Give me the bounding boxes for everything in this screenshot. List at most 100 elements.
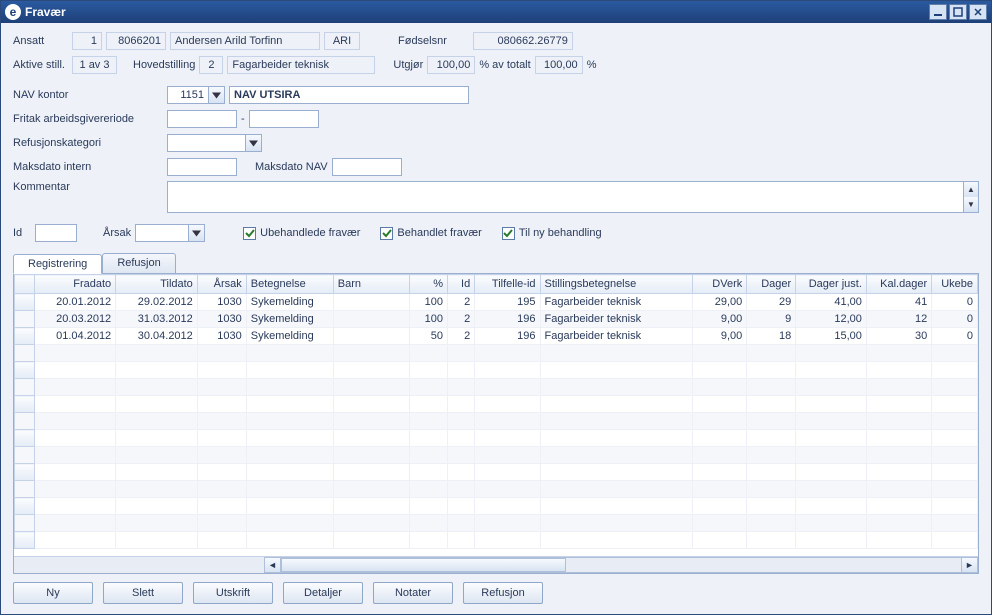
cb-behandlet[interactable]: Behandlet fravær — [380, 227, 481, 240]
table-row[interactable]: 01.04.201230.04.20121030Sykemelding50219… — [15, 328, 978, 345]
tab-registrering[interactable]: Registrering — [13, 254, 102, 274]
table-row[interactable]: 20.01.201229.02.20121030Sykemelding10021… — [15, 294, 978, 311]
table-row[interactable] — [15, 464, 978, 481]
col-tildato[interactable]: Tildato — [116, 275, 198, 294]
app-window: e Fravær Ansatt 1 8066201 Andersen Arild… — [0, 0, 992, 615]
table-row[interactable] — [15, 430, 978, 447]
cb-tilny[interactable]: Til ny behandling — [502, 227, 602, 240]
maksdato-intern-input[interactable] — [167, 158, 237, 176]
close-button[interactable] — [969, 4, 987, 20]
chevron-down-icon — [208, 87, 224, 103]
pct-total-label: % av totalt — [479, 59, 530, 71]
scroll-thumb[interactable] — [281, 558, 566, 572]
ny-button[interactable]: Ny — [13, 582, 93, 604]
nav-kontor-select[interactable]: 1151 — [167, 86, 225, 104]
table-row[interactable] — [15, 515, 978, 532]
scroll-left-icon[interactable]: ◄ — [264, 557, 281, 573]
table-row[interactable] — [15, 447, 978, 464]
utgjor-label: Utgjør — [393, 59, 423, 71]
ansatt-label: Ansatt — [13, 35, 68, 47]
utgjor-value: 100,00 — [427, 56, 475, 74]
pct-sign: % — [587, 59, 597, 71]
chevron-down-icon — [188, 225, 204, 241]
refusjon-select[interactable] — [167, 134, 262, 152]
id-label: Id — [13, 227, 31, 239]
kommentar-spinner[interactable]: ▲ ▼ — [964, 181, 979, 213]
scroll-right-icon[interactable]: ► — [961, 557, 978, 573]
detaljer-button[interactable]: Detaljer — [283, 582, 363, 604]
table-row[interactable] — [15, 481, 978, 498]
utskrift-button[interactable]: Utskrift — [193, 582, 273, 604]
col-tilfelle[interactable]: Tilfelle-id — [475, 275, 540, 294]
spin-up-icon[interactable]: ▲ — [964, 182, 978, 197]
kommentar-input[interactable] — [167, 181, 964, 213]
col-kaldager[interactable]: Kal.dager — [866, 275, 931, 294]
col-pct[interactable]: % — [409, 275, 447, 294]
col-ukebel[interactable]: Ukebe — [932, 275, 978, 294]
horizontal-scrollbar[interactable]: ◄ ► — [14, 556, 978, 573]
pct-total-value: 100,00 — [535, 56, 583, 74]
table-row[interactable] — [15, 532, 978, 549]
app-icon: e — [5, 4, 21, 20]
maximize-button[interactable] — [949, 4, 967, 20]
maksdato-intern-label: Maksdato intern — [13, 161, 163, 173]
hovedstilling-name: Fagarbeider teknisk — [227, 56, 375, 74]
col-arsak[interactable]: Årsak — [197, 275, 246, 294]
nav-kontor-label: NAV kontor — [13, 89, 163, 101]
col-dagerjust[interactable]: Dager just. — [796, 275, 867, 294]
chevron-down-icon — [245, 135, 261, 151]
grid-panel: Fradato Tildato Årsak Betegnelse Barn % … — [13, 274, 979, 574]
fodselsnr-label: Fødselsnr — [398, 35, 447, 47]
table-row[interactable] — [15, 379, 978, 396]
nav-kontor-name[interactable] — [229, 86, 469, 104]
maksdato-nav-label: Maksdato NAV — [255, 161, 328, 173]
slett-button[interactable]: Slett — [103, 582, 183, 604]
table-row[interactable] — [15, 345, 978, 362]
table-row[interactable]: 20.03.201231.03.20121030Sykemelding10021… — [15, 311, 978, 328]
ansatt-id: 1 — [72, 32, 102, 50]
col-id[interactable]: Id — [448, 275, 475, 294]
cb-ubehandlede[interactable]: Ubehandlede fravær — [243, 227, 360, 240]
id-input[interactable] — [35, 224, 77, 242]
window-title: Fravær — [25, 5, 929, 19]
content-area: Ansatt 1 8066201 Andersen Arild Torfinn … — [1, 23, 991, 614]
table-row[interactable] — [15, 396, 978, 413]
cb-tilny-label: Til ny behandling — [519, 227, 602, 239]
ansatt-init: ARI — [324, 32, 360, 50]
ansatt-name: Andersen Arild Torfinn — [170, 32, 320, 50]
nav-kontor-code: 1151 — [168, 89, 208, 101]
col-betegnelse[interactable]: Betegnelse — [246, 275, 333, 294]
col-dverk[interactable]: DVerk — [692, 275, 746, 294]
aktive-label: Aktive still. — [13, 59, 68, 71]
notater-button[interactable]: Notater — [373, 582, 453, 604]
aktive-value: 1 av 3 — [72, 56, 117, 74]
ansatt-no: 8066201 — [106, 32, 166, 50]
col-barn[interactable]: Barn — [333, 275, 409, 294]
fritak-label: Fritak arbeidsgivereriode — [13, 113, 163, 125]
titlebar[interactable]: e Fravær — [1, 1, 991, 23]
fritak-sep: - — [241, 113, 245, 125]
tab-refusjon[interactable]: Refusjon — [102, 253, 175, 273]
table-row[interactable] — [15, 362, 978, 379]
data-grid[interactable]: Fradato Tildato Årsak Betegnelse Barn % … — [14, 274, 978, 556]
grid-header-row: Fradato Tildato Årsak Betegnelse Barn % … — [15, 275, 978, 294]
col-indicator[interactable] — [15, 275, 35, 294]
arsak-select[interactable] — [135, 224, 205, 242]
spin-down-icon[interactable]: ▼ — [964, 197, 978, 212]
fritak-to[interactable] — [249, 110, 319, 128]
button-bar: Ny Slett Utskrift Detaljer Notater Refus… — [13, 582, 979, 604]
col-dager[interactable]: Dager — [747, 275, 796, 294]
col-stilling[interactable]: Stillingsbetegnelse — [540, 275, 692, 294]
table-row[interactable] — [15, 498, 978, 515]
arsak-label: Årsak — [103, 227, 131, 239]
hovedstilling-label: Hovedstilling — [133, 59, 195, 71]
fodselsnr-value: 080662.26779 — [473, 32, 573, 50]
refusjon-button[interactable]: Refusjon — [463, 582, 543, 604]
fritak-from[interactable] — [167, 110, 237, 128]
table-row[interactable] — [15, 413, 978, 430]
hovedstilling-no: 2 — [199, 56, 223, 74]
col-fradato[interactable]: Fradato — [34, 275, 116, 294]
minimize-button[interactable] — [929, 4, 947, 20]
maksdato-nav-input[interactable] — [332, 158, 402, 176]
kommentar-label: Kommentar — [13, 181, 163, 193]
